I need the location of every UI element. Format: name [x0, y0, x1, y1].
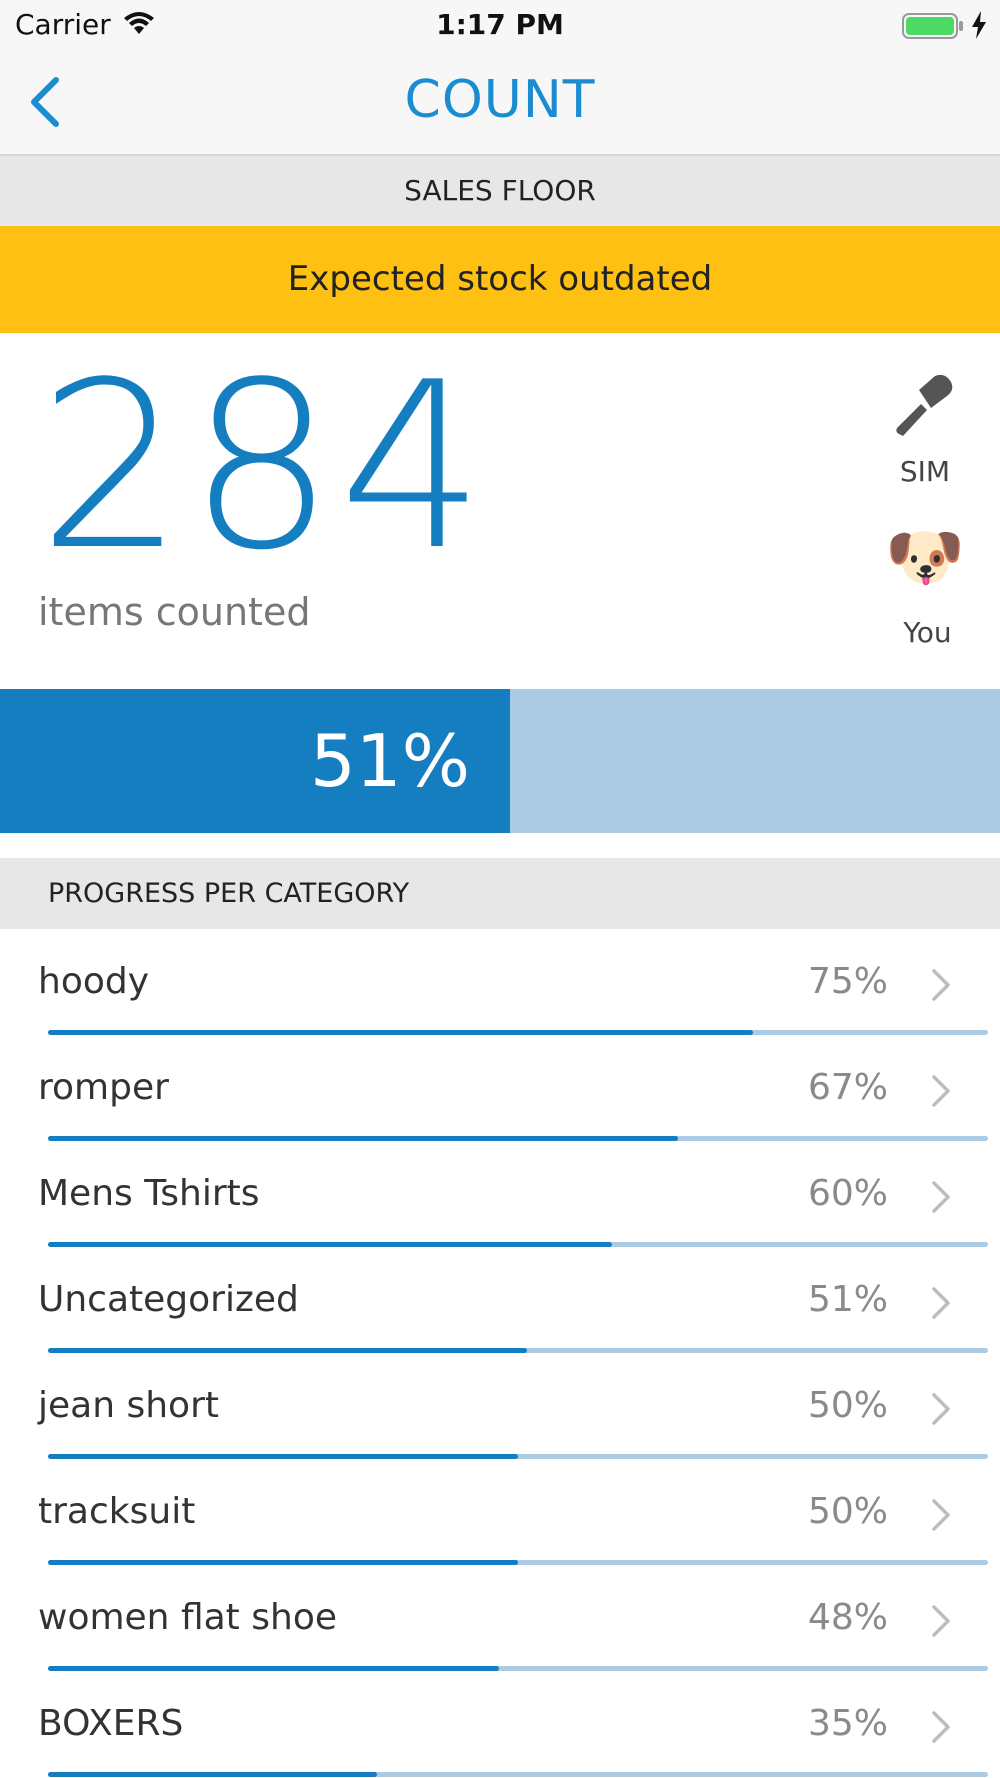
warning-banner: Expected stock outdated: [0, 226, 1000, 333]
chevron-right-icon: [930, 1073, 952, 1113]
status-bar: Carrier 1:17 PM: [0, 0, 1000, 50]
category-name: women flat shoe: [38, 1597, 337, 1638]
chevron-right-icon: [930, 967, 952, 1007]
you-label: You: [903, 616, 952, 649]
category-percent: 67%: [807, 1067, 888, 1108]
category-row[interactable]: hoody 75%: [0, 929, 1000, 1035]
category-percent: 35%: [807, 1703, 888, 1744]
overall-progress-fill: 51%: [0, 689, 510, 833]
chevron-right-icon: [930, 1391, 952, 1431]
category-section-header: PROGRESS PER CATEGORY: [0, 858, 1000, 929]
category-section-title: PROGRESS PER CATEGORY: [48, 878, 410, 909]
category-row[interactable]: Mens Tshirts 60%: [0, 1141, 1000, 1247]
category-percent: 60%: [807, 1173, 888, 1214]
category-percent: 50%: [807, 1491, 888, 1532]
category-row[interactable]: romper 67%: [0, 1035, 1000, 1141]
location-header: SALES FLOOR: [0, 156, 1000, 226]
avatar: 🐶: [885, 521, 965, 595]
chevron-right-icon: [930, 1603, 952, 1643]
category-name: Mens Tshirts: [38, 1173, 260, 1214]
category-percent: 51%: [807, 1279, 888, 1320]
chevron-right-icon: [930, 1179, 952, 1219]
overall-progress-label: 51%: [309, 719, 470, 803]
overall-progress-bar: 51%: [0, 689, 1000, 833]
category-percent: 48%: [807, 1597, 888, 1638]
scanner-icon: [893, 374, 957, 442]
category-name: Uncategorized: [38, 1279, 299, 1320]
category-percent: 50%: [807, 1385, 888, 1426]
charging-bolt-icon: [970, 10, 988, 44]
category-list: hoody 75% romper 67% Mens Tshirts 60% Uncatego…: [0, 929, 1000, 1777]
page-title: COUNT: [404, 70, 596, 130]
category-name: jean short: [38, 1385, 219, 1426]
category-row[interactable]: BOXERS 35%: [0, 1671, 1000, 1777]
category-row[interactable]: jean short 50%: [0, 1353, 1000, 1459]
category-row[interactable]: Uncategorized 51%: [0, 1247, 1000, 1353]
category-name: romper: [38, 1067, 169, 1108]
clock-label: 1:17 PM: [436, 8, 564, 41]
chevron-right-icon: [930, 1285, 952, 1325]
category-progress-track: [48, 1772, 988, 1777]
category-name: tracksuit: [38, 1491, 196, 1532]
category-row[interactable]: women flat shoe 48%: [0, 1565, 1000, 1671]
category-row[interactable]: tracksuit 50%: [0, 1459, 1000, 1565]
category-name: hoody: [38, 961, 150, 1002]
category-name: BOXERS: [38, 1703, 184, 1744]
chevron-right-icon: [930, 1497, 952, 1537]
navigation-bar: COUNT: [0, 50, 1000, 156]
category-percent: 75%: [807, 961, 888, 1002]
sim-label: SIM: [899, 455, 951, 488]
count-label: items counted: [38, 590, 311, 634]
count-value: 284: [38, 334, 489, 601]
battery-icon: [902, 12, 964, 44]
chevron-right-icon: [930, 1709, 952, 1749]
category-progress-fill: [48, 1772, 377, 1777]
